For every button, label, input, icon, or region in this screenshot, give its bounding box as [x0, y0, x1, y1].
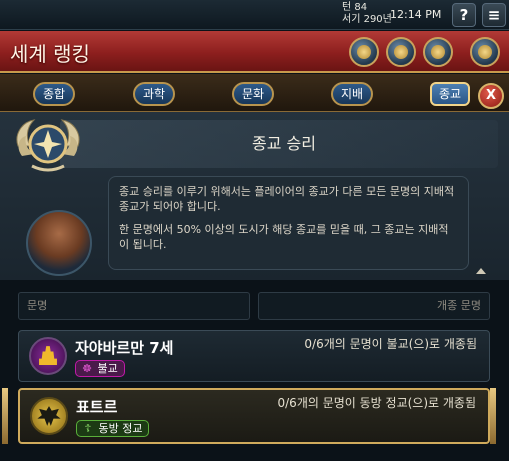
conversion-status: 0/6개의 문명이 동방 정교(으)로 개종됨 — [277, 396, 477, 410]
clock: 12:14 PM — [390, 8, 442, 21]
civ-leader-name: 표트르 — [76, 398, 118, 416]
victory-title: 종교 승리 — [252, 134, 316, 153]
religion-badge: ☸ 불교 — [75, 360, 125, 377]
title-bar: 세계 랭킹 — [0, 31, 509, 73]
page-title: 세계 랭킹 — [10, 42, 90, 66]
tab-domination[interactable]: 지배 — [331, 82, 373, 106]
game-year: 서기 290년 — [342, 14, 392, 25]
menu-button[interactable]: ≡ — [482, 3, 506, 27]
tab-bar: 종합 과학 문화 지배 종교 — [0, 74, 509, 112]
close-button[interactable]: X — [478, 83, 504, 109]
victory-description-paragraph: 한 문명에서 50% 이상의 도시가 해당 종교를 믿을 때, 그 종교는 지배… — [119, 223, 449, 251]
refresh-icon[interactable] — [423, 37, 453, 67]
help-button[interactable]: ? — [452, 3, 476, 27]
civ-leader-name: 자야바르만 7세 — [75, 339, 174, 357]
scroll-icon[interactable] — [470, 37, 500, 67]
globe-icon[interactable] — [349, 37, 379, 67]
religion-badge: ☦ 동방 정교 — [76, 420, 150, 437]
civ-emblem-icon — [29, 337, 67, 375]
turn-info: 턴 84 서기 290년 — [342, 2, 392, 26]
civ-row[interactable]: 자야바르만 7세 ☸ 불교 0/6개의 문명이 불교(으)로 개종됨 — [18, 330, 490, 382]
column-header-converted[interactable]: 개종 문명 — [258, 292, 490, 320]
leader-portrait-avatar — [26, 210, 92, 276]
tab-overall[interactable]: 종합 — [33, 82, 75, 106]
tab-culture[interactable]: 문화 — [232, 82, 274, 106]
highlight-pillar-left — [2, 388, 8, 444]
scroll-up-icon[interactable] — [476, 268, 486, 274]
religion-name: 동방 정교 — [98, 422, 143, 435]
system-bar: 턴 84 서기 290년 12:14 PM ? ≡ — [0, 0, 509, 30]
dharma-wheel-icon: ☸ — [82, 362, 92, 375]
civ-row[interactable]: 표트르 ☦ 동방 정교 0/6개의 문명이 동방 정교(으)로 개종됨 — [18, 388, 490, 444]
civ-emblem-icon — [30, 397, 68, 435]
column-header-civ[interactable]: 문명 — [18, 292, 250, 320]
bell-icon[interactable] — [386, 37, 416, 67]
orthodox-cross-icon: ☦ — [84, 422, 92, 435]
religion-name: 불교 — [97, 362, 118, 375]
turn-number: 턴 84 — [342, 2, 368, 13]
tab-science[interactable]: 과학 — [133, 82, 175, 106]
victory-description: 종교 승리를 이루기 위해서는 플레이어의 종교가 다른 모든 문명의 지배적 … — [108, 176, 469, 270]
tab-religion[interactable]: 종교 — [430, 82, 470, 106]
victory-description-paragraph: 종교 승리를 이루기 위해서는 플레이어의 종교가 다른 모든 문명의 지배적 … — [119, 185, 455, 213]
religious-victory-emblem-icon — [16, 119, 80, 172]
highlight-pillar-right — [490, 388, 496, 444]
conversion-status: 0/6개의 문명이 불교(으)로 개종됨 — [304, 337, 477, 351]
